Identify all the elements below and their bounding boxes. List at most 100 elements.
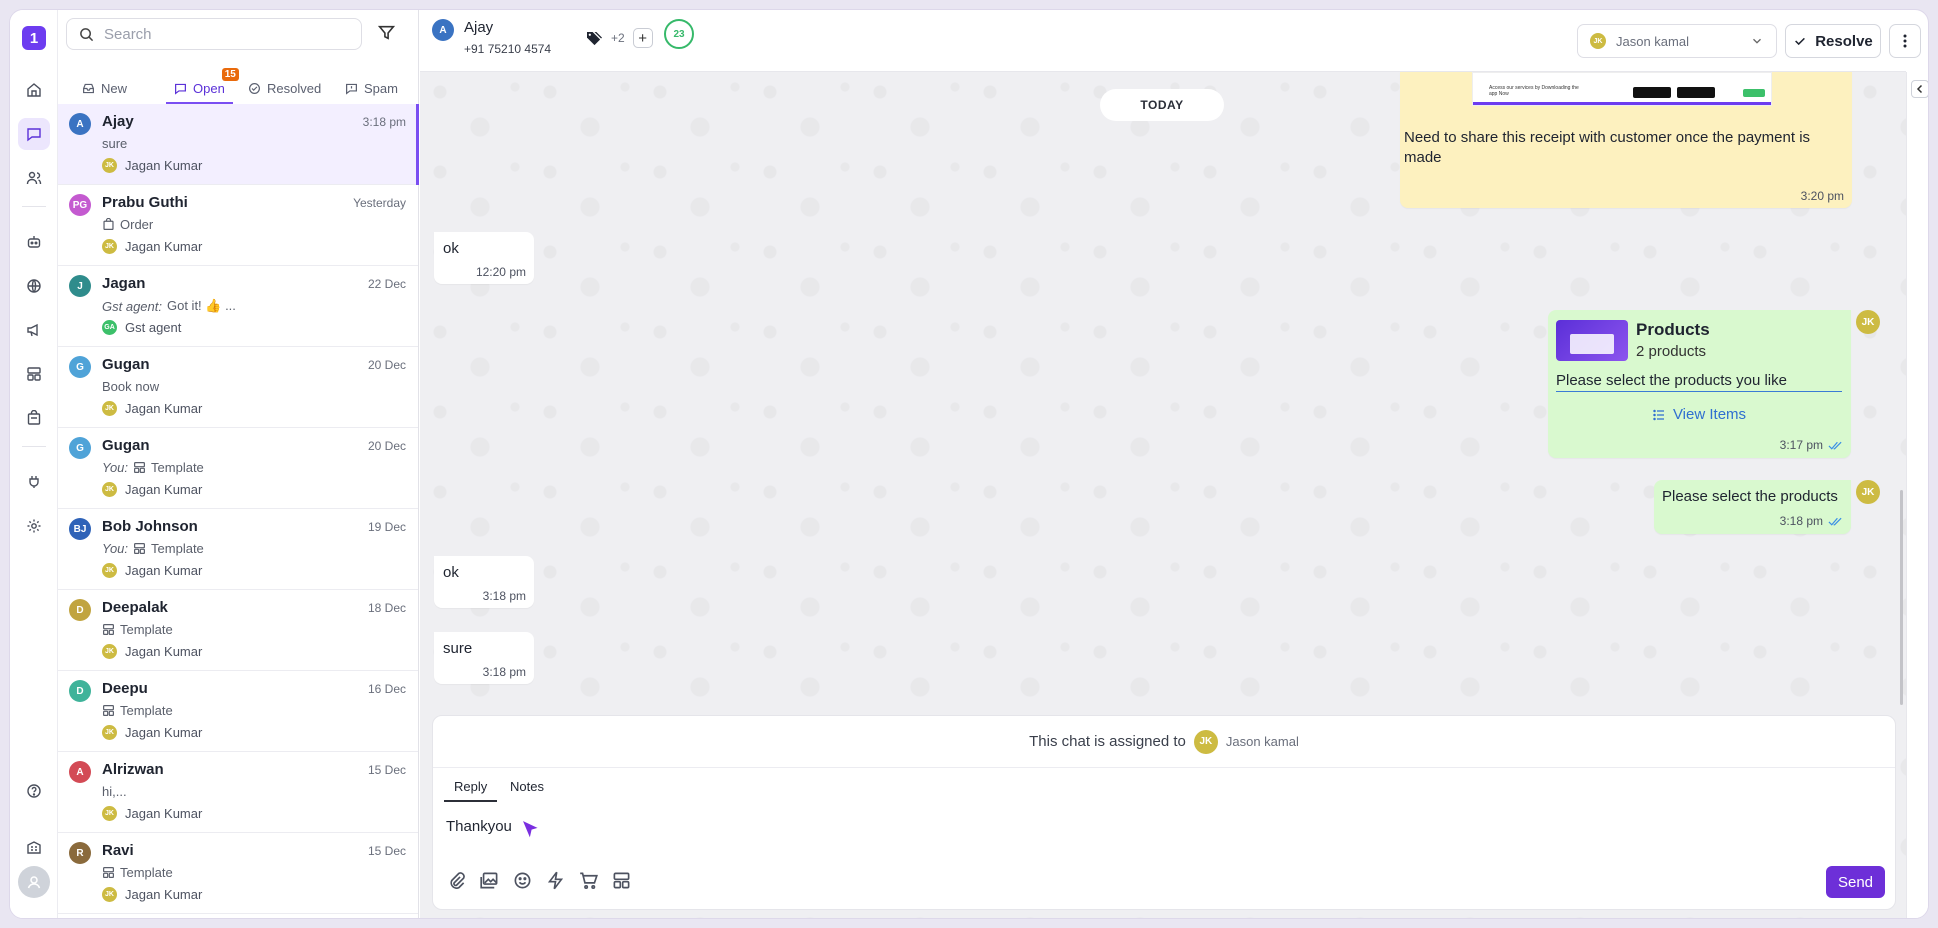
conversation-time: 16 Dec: [367, 682, 406, 696]
emoji-icon[interactable]: [513, 871, 532, 890]
products-thumbnail[interactable]: [1556, 320, 1628, 361]
conversation-time: 20 Dec: [367, 439, 406, 453]
contacts-icon[interactable]: [18, 162, 50, 194]
contact-avatar: R: [69, 842, 91, 864]
check-icon: [1795, 37, 1806, 46]
conversation-preview: sure: [102, 136, 127, 151]
conversation-item[interactable]: D Deepalak 18 Dec Template JK Jagan Kumar: [58, 590, 418, 671]
search-input[interactable]: [104, 25, 344, 43]
filter-icon[interactable]: [378, 24, 395, 41]
search-icon: [80, 27, 94, 41]
tab-reply[interactable]: Reply: [443, 779, 498, 802]
conversation-time: 20 Dec: [367, 358, 406, 372]
google-play-badge: [1633, 87, 1671, 98]
agent-avatar: JK: [102, 158, 117, 173]
contact-name: Prabu Guthi: [102, 194, 188, 211]
preview-sender: Gst agent:: [102, 298, 162, 314]
building-icon[interactable]: [18, 831, 50, 863]
conversation-item[interactable]: G Gugan 20 Dec You: Template JK Jagan Kumar: [58, 428, 418, 509]
message-text: ok: [443, 564, 459, 581]
preview-text: Order: [120, 217, 154, 232]
tab-spam[interactable]: Spam: [345, 74, 398, 102]
conversation-item[interactable]: D Deepu 16 Dec Template JK Jagan Kumar: [58, 671, 418, 752]
chat-icon[interactable]: [18, 118, 50, 150]
assigned-agent-avatar: JK: [1193, 729, 1218, 754]
conversation-item[interactable]: R Ravi 15 Dec Template JK Jagan Kumar: [58, 833, 418, 914]
tab-open[interactable]: Open 15: [166, 68, 239, 104]
assignee-avatar: JK: [1590, 33, 1606, 49]
receipt-image[interactable]: Access our services by Downloading the a…: [1472, 72, 1772, 106]
template-icon[interactable]: [612, 871, 631, 890]
plug-icon[interactable]: [18, 466, 50, 498]
catalog-icon[interactable]: [18, 402, 50, 434]
message-time: 3:18 pm: [1779, 514, 1823, 528]
message-text: sure: [443, 640, 473, 657]
tab-resolved[interactable]: Resolved: [248, 74, 321, 102]
message-time: 12:20 pm: [475, 265, 526, 279]
preview-text: Template: [120, 703, 173, 718]
conversation-time: 22 Dec: [367, 277, 406, 291]
assignment-banner: This chat is assigned to JK Jason kamal: [433, 716, 1895, 768]
profile-avatar[interactable]: [18, 866, 50, 898]
app-logo[interactable]: 1: [22, 26, 46, 50]
assigned-agent: JK Jagan Kumar: [102, 887, 202, 902]
assigned-agent: JK Jagan Kumar: [102, 482, 202, 497]
contact-avatar: D: [69, 599, 91, 621]
chat-scrollbar[interactable]: [1900, 490, 1903, 705]
contact-avatar[interactable]: A: [432, 19, 454, 41]
contact-name: Deepu: [102, 680, 148, 697]
template-icon[interactable]: [18, 358, 50, 390]
globe-icon[interactable]: [18, 270, 50, 302]
message-text: Please select the products: [1662, 488, 1838, 505]
image-gallery-icon[interactable]: [480, 871, 499, 890]
send-button[interactable]: Send: [1826, 866, 1885, 898]
conversation-item[interactable]: BJ Bob Johnson 19 Dec You: Template JK Jagan K…: [58, 509, 418, 590]
conversation-item[interactable]: PG Prabu Guthi Yesterday Order JK Jagan Kumar: [58, 185, 418, 266]
home-icon[interactable]: [18, 74, 50, 106]
tab-label: Resolved: [267, 80, 322, 96]
cart-icon[interactable]: [579, 871, 598, 890]
quick-reply-bolt-icon[interactable]: [546, 871, 565, 890]
reply-input[interactable]: [446, 809, 1866, 843]
agent-name: Jagan Kumar: [125, 806, 203, 821]
template-icon: [103, 705, 114, 716]
conversation-item[interactable]: A Alrizwan 15 Dec hi,... JK Jagan Kumar: [58, 752, 418, 833]
conversation-item[interactable]: J Jagan 22 Dec Gst agent: Got it! 👍 ... GA Gst…: [58, 266, 418, 347]
chat-panel: A Ajay +91 75210 4574 +2 + 23 JK Jason k…: [420, 10, 1921, 918]
help-icon[interactable]: [18, 775, 50, 807]
preview-text: Book now: [102, 379, 160, 394]
message-time: 3:17 pm: [1779, 438, 1823, 452]
tab-notes[interactable]: Notes: [510, 779, 544, 794]
resolve-button[interactable]: Resolve: [1785, 24, 1881, 58]
rail-divider: [22, 206, 46, 207]
contact-name[interactable]: Ajay: [464, 19, 493, 36]
assigned-agent: GA Gst agent: [102, 320, 181, 335]
conversation-item[interactable]: A Ajay 3:18 pm sure JK Jagan Kumar: [58, 104, 419, 185]
template-icon: [134, 543, 146, 554]
conversation-preview: hi,...: [102, 784, 127, 799]
agent-name: Jagan Kumar: [125, 563, 203, 578]
agent-name: Gst agent: [125, 320, 182, 335]
conversation-item[interactable]: G Gugan 20 Dec Book now JK Jagan Kumar: [58, 347, 418, 428]
contact-avatar: G: [69, 437, 91, 459]
tags-icon[interactable]: [586, 31, 603, 46]
preview-text: Template: [120, 865, 173, 880]
add-tag-button[interactable]: +: [632, 28, 653, 48]
conversation-preview: Template: [102, 865, 173, 880]
preview-sender: You:: [102, 541, 129, 556]
assignee-dropdown[interactable]: JK Jason kamal: [1577, 24, 1777, 58]
contact-name: Gugan: [102, 356, 150, 373]
agent-avatar: JK: [102, 806, 117, 821]
more-options-icon[interactable]: [1889, 24, 1921, 58]
megaphone-icon[interactable]: [18, 314, 50, 346]
bot-icon[interactable]: [18, 226, 50, 258]
tag-overflow-count[interactable]: +2: [611, 31, 625, 45]
tab-new[interactable]: New: [82, 74, 127, 102]
attachment-icon[interactable]: [447, 871, 466, 890]
settings-icon[interactable]: [18, 510, 50, 542]
view-items-button[interactable]: View Items: [1548, 406, 1851, 423]
contact-name: Ravi: [102, 842, 134, 859]
conversation-time: 15 Dec: [367, 844, 406, 858]
expand-sidebar-icon[interactable]: [1911, 80, 1928, 98]
conversation-list-panel: New Open 15 Resolved Spam A Ajay 3:18 pm su…: [58, 10, 419, 918]
